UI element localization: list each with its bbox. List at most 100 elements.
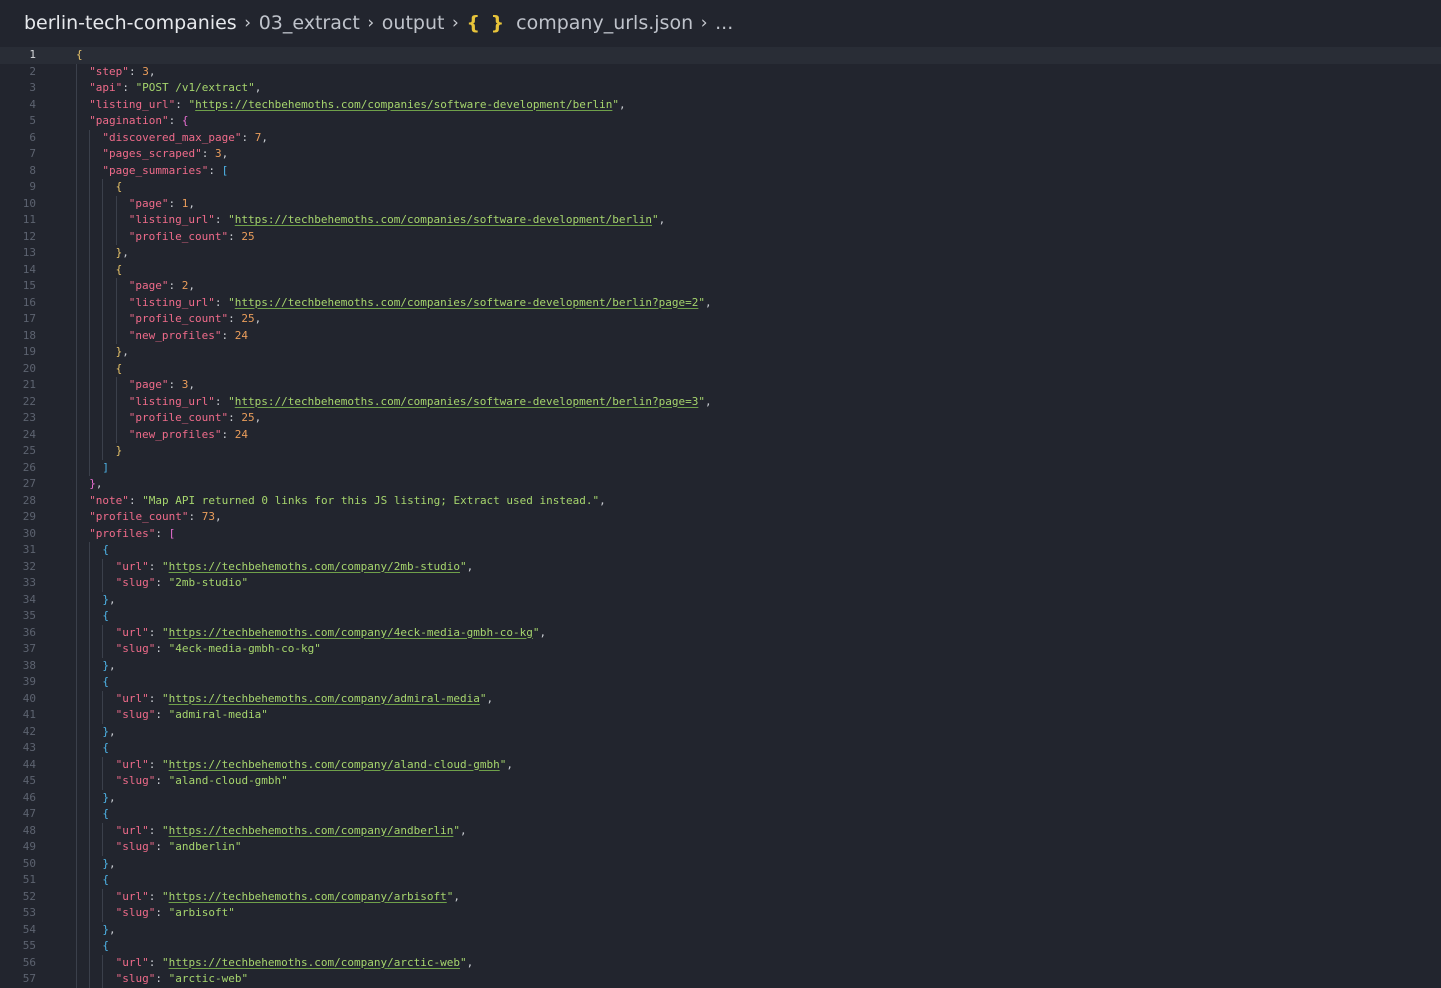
breadcrumb-more[interactable]: ... (715, 12, 733, 34)
code-line[interactable]: 30 "profiles": [ (0, 526, 1441, 543)
code-line[interactable]: 23 "profile_count": 25, (0, 410, 1441, 427)
json-punctuation: : (155, 708, 169, 721)
code-line[interactable]: 54}, (0, 922, 1441, 939)
indent-guide (102, 624, 104, 658)
code-line[interactable]: 42}, (0, 724, 1441, 741)
code-line[interactable]: 6 "discovered_max_page": 7, (0, 130, 1441, 147)
code-line[interactable]: 5 "pagination": { (0, 113, 1441, 130)
json-punctuation: , (486, 691, 494, 705)
code-text: { (102, 542, 109, 559)
code-line[interactable]: 20 { (0, 361, 1441, 378)
code-line[interactable]: 43 { (0, 740, 1441, 757)
url-link[interactable]: https://techbehemoths.com/companies/soft… (195, 98, 612, 111)
code-line[interactable]: 40 "url": "https://techbehemoths.com/comp… (0, 691, 1441, 708)
code-line[interactable]: 31 { (0, 542, 1441, 559)
code-line[interactable]: 10 "page": 1, (0, 196, 1441, 213)
code-line[interactable]: 45 "slug": "aland-cloud-gmbh" (0, 773, 1441, 790)
code-line[interactable]: 41 "slug": "admiral-media" (0, 707, 1441, 724)
code-line[interactable]: 29 "profile_count": 73, (0, 509, 1441, 526)
code-line[interactable]: 25} (0, 443, 1441, 460)
code-text: }, (116, 344, 129, 361)
code-line[interactable]: 39 { (0, 674, 1441, 691)
line-number: 16 (22, 295, 36, 309)
code-line[interactable]: 37 "slug": "4eck-media-gmbh-co-kg" (0, 641, 1441, 658)
code-line[interactable]: 55 { (0, 938, 1441, 955)
url-link[interactable]: https://techbehemoths.com/companies/soft… (235, 395, 699, 408)
line-number: 2 (29, 64, 36, 78)
code-line[interactable]: 50}, (0, 856, 1441, 873)
code-line[interactable]: 8 "page_summaries": [ (0, 163, 1441, 180)
code-line[interactable]: 34}, (0, 592, 1441, 609)
url-link[interactable]: https://techbehemoths.com/company/aland-… (169, 758, 500, 771)
code-line[interactable]: 49 "slug": "andberlin" (0, 839, 1441, 856)
url-link[interactable]: https://techbehemoths.com/company/arbiso… (169, 890, 447, 903)
code-line[interactable]: 26] (0, 460, 1441, 477)
json-punctuation: : (168, 378, 182, 391)
code-line[interactable]: 7 "pages_scraped": 3, (0, 146, 1441, 163)
code-text: "profile_count": 25 (129, 229, 255, 246)
code-line[interactable]: 1{ (0, 47, 1441, 64)
code-line[interactable]: 35 { (0, 608, 1441, 625)
code-line[interactable]: 16 "listing_url": "https://techbehemoths.… (0, 295, 1441, 312)
indent-guide (115, 278, 117, 344)
code-line[interactable]: 11 "listing_url": "https://techbehemoths.… (0, 212, 1441, 229)
code-line[interactable]: 33 "slug": "2mb-studio" (0, 575, 1441, 592)
url-link[interactable]: https://techbehemoths.com/company/andber… (169, 824, 454, 837)
code-line[interactable]: 15 "page": 2, (0, 278, 1441, 295)
code-line[interactable]: 4 "listing_url": "https://techbehemoths.c… (0, 97, 1441, 114)
url-link[interactable]: https://techbehemoths.com/company/4eck-m… (169, 626, 533, 639)
url-link[interactable]: https://techbehemoths.com/company/admira… (169, 692, 480, 705)
code-line[interactable]: 57 "slug": "arctic-web" (0, 971, 1441, 988)
code-line[interactable]: 52 "url": "https://techbehemoths.com/comp… (0, 889, 1441, 906)
code-line[interactable]: 14 { (0, 262, 1441, 279)
json-key: "url" (115, 823, 149, 837)
url-link[interactable]: https://techbehemoths.com/companies/soft… (235, 213, 652, 226)
code-line[interactable]: 27}, (0, 476, 1441, 493)
json-punctuation: : (228, 229, 242, 243)
json-punctuation: , (188, 378, 196, 391)
url-link[interactable]: https://techbehemoths.com/companies/soft… (235, 296, 699, 309)
code-line[interactable]: 44 "url": "https://techbehemoths.com/comp… (0, 757, 1441, 774)
json-bracket: { (102, 873, 110, 886)
code-line[interactable]: 22 "listing_url": "https://techbehemoths.… (0, 394, 1441, 411)
code-line[interactable]: 9{ (0, 179, 1441, 196)
code-line[interactable]: 18 "new_profiles": 24 (0, 328, 1441, 345)
json-bracket: { (102, 741, 110, 754)
breadcrumb-folder-root[interactable]: berlin-tech-companies (24, 12, 237, 34)
code-line[interactable]: 21 "page": 3, (0, 377, 1441, 394)
breadcrumb-folder-output[interactable]: output (382, 12, 445, 34)
code-line[interactable]: 19}, (0, 344, 1441, 361)
json-key: "page" (128, 279, 169, 292)
code-line[interactable]: 12 "profile_count": 25 (0, 229, 1441, 246)
code-line[interactable]: 17 "profile_count": 25, (0, 311, 1441, 328)
code-line[interactable]: 48 "url": "https://techbehemoths.com/comp… (0, 823, 1441, 840)
code-line[interactable]: 2 "step": 3, (0, 64, 1441, 81)
code-text: "new_profiles": 24 (129, 328, 248, 345)
code-line[interactable]: 32 "url": "https://techbehemoths.com/comp… (0, 559, 1441, 576)
json-string: " (228, 213, 235, 226)
code-editor[interactable]: 1{2 "step": 3, 3 "api": "POST /v1/extract",… (0, 47, 1441, 988)
url-link[interactable]: https://techbehemoths.com/company/2mb-st… (169, 560, 460, 573)
code-text: "url": "https://techbehemoths.com/compan… (116, 559, 474, 576)
json-punctuation: : (214, 295, 229, 309)
json-brace: { (76, 48, 83, 61)
code-line[interactable]: 13}, (0, 245, 1441, 262)
code-line[interactable]: 56 "url": "https://techbehemoths.com/comp… (0, 955, 1441, 972)
json-string: " (652, 213, 659, 226)
line-number: 24 (22, 427, 36, 441)
code-line[interactable]: 46}, (0, 790, 1441, 807)
code-line[interactable]: 53 "slug": "arbisoft" (0, 905, 1441, 922)
json-punctuation: : (201, 147, 215, 160)
breadcrumb-folder-extract[interactable]: 03_extract (259, 12, 360, 34)
code-line[interactable]: 47 { (0, 806, 1441, 823)
code-line[interactable]: 28 "note": "Map API returned 0 links for … (0, 493, 1441, 510)
url-link[interactable]: https://techbehemoths.com/company/arctic… (169, 956, 460, 969)
code-line[interactable]: 51 { (0, 872, 1441, 889)
code-line[interactable]: 3 "api": "POST /v1/extract", (0, 80, 1441, 97)
code-text: "step": 3, (89, 64, 155, 81)
breadcrumb-file[interactable]: company_urls.json (516, 12, 693, 34)
code-line[interactable]: 36 "url": "https://techbehemoths.com/comp… (0, 625, 1441, 642)
json-key: "slug" (115, 774, 156, 787)
code-line[interactable]: 24 "new_profiles": 24 (0, 427, 1441, 444)
code-line[interactable]: 38}, (0, 658, 1441, 675)
